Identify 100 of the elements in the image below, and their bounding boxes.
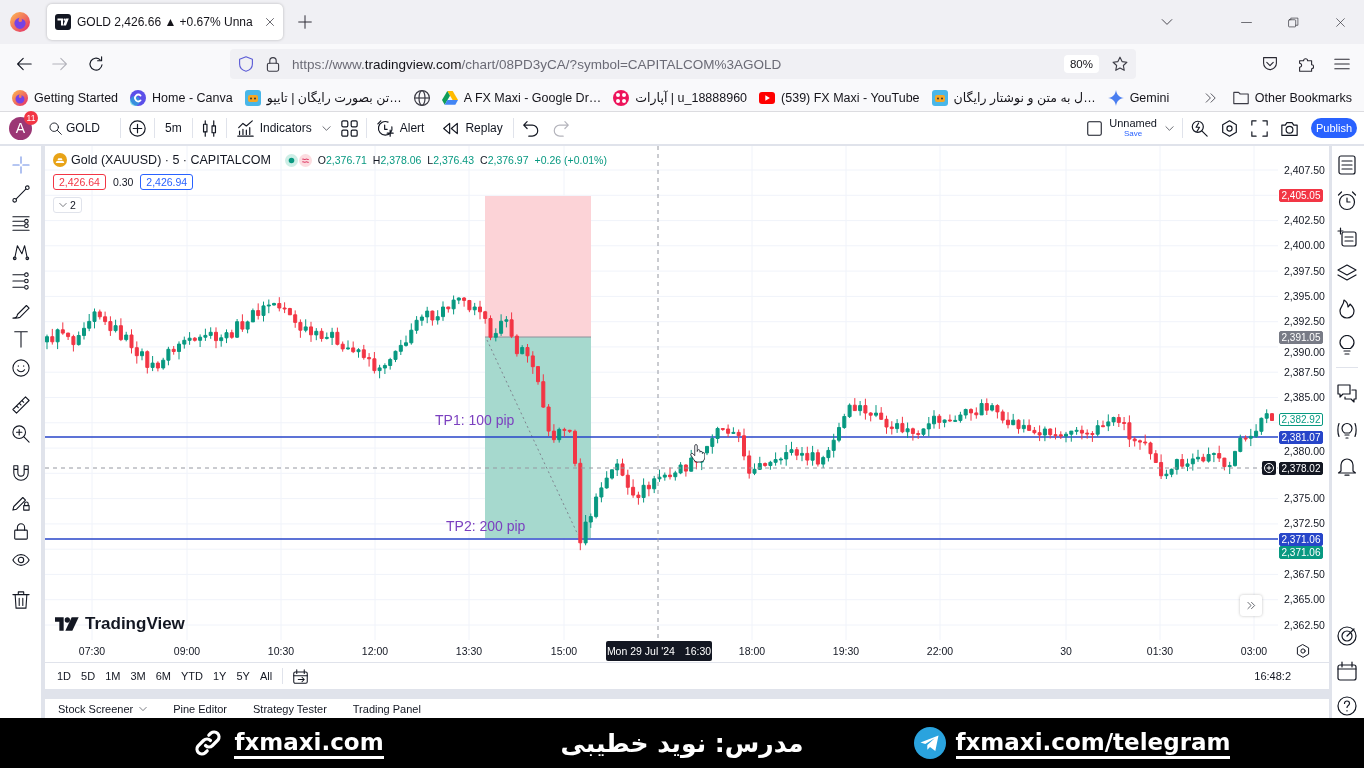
fullscreen-icon[interactable]: [1250, 119, 1268, 137]
buy-price-button[interactable]: 2,426.94: [140, 174, 194, 190]
replay-button[interactable]: Replay: [440, 119, 505, 137]
bookmark-folder[interactable]: Other Bookmarks: [1226, 89, 1358, 106]
address-field[interactable]: https://www.tradingview.com/chart/08PD3yCA/?symbol=CAPITALCOM%3AGOLD 80%: [230, 49, 1136, 79]
publish-button[interactable]: Publish: [1310, 118, 1357, 138]
time-label: 03:00: [1240, 644, 1268, 659]
range-button[interactable]: All: [259, 670, 273, 682]
range-button[interactable]: 5Y: [236, 670, 250, 682]
bookmark-link[interactable]: A FX Maxi - Google Dr…: [435, 89, 608, 106]
zoom-reset-button[interactable]: 80%: [1063, 55, 1099, 73]
interval-button[interactable]: 5m: [163, 121, 184, 135]
trend-line-icon[interactable]: [11, 185, 30, 203]
logo-mark-icon: [55, 616, 79, 632]
panel-tab[interactable]: Strategy Tester: [253, 702, 327, 715]
flame-icon[interactable]: [1336, 299, 1357, 319]
camera-icon[interactable]: [1280, 119, 1298, 137]
ohlc-value: C2,376.97: [480, 154, 529, 166]
play-button-icon: [759, 89, 776, 106]
sparkle-icon: [1107, 89, 1124, 106]
target-icon[interactable]: [1336, 626, 1357, 646]
globe-icon[interactable]: [413, 89, 430, 106]
collapse-button[interactable]: 2: [53, 197, 82, 213]
settings-icon[interactable]: [1296, 644, 1310, 658]
list-icon[interactable]: [1336, 155, 1357, 175]
plus-circle-icon[interactable]: [129, 119, 146, 137]
save-link[interactable]: Save: [1123, 130, 1143, 138]
grid-icon[interactable]: [340, 119, 358, 137]
horizontal-lines-icon[interactable]: [11, 214, 30, 232]
trash-icon[interactable]: [11, 591, 30, 609]
caret-icon[interactable]: [1164, 123, 1174, 133]
bookmark-link[interactable]: Getting Started: [6, 89, 125, 106]
plus-circle-icon[interactable]: [1262, 461, 1276, 475]
square-icon[interactable]: [1087, 120, 1103, 136]
bell-icon[interactable]: [1336, 456, 1357, 476]
range-button[interactable]: 1M: [105, 670, 121, 682]
panel-tab[interactable]: Trading Panel: [352, 702, 421, 715]
shield-icon[interactable]: [238, 56, 254, 72]
panel-tab[interactable]: Pine Editor: [173, 702, 227, 715]
layout-name[interactable]: Unnamed: [1109, 118, 1157, 129]
range-button[interactable]: 1Y: [212, 670, 227, 682]
range-button[interactable]: 5D: [81, 670, 96, 682]
shield-chevron-icon[interactable]: [1262, 56, 1278, 72]
star-icon[interactable]: [1112, 56, 1128, 72]
bookmark-link[interactable]: تن بصورت رایگان | تایپو…: [238, 89, 408, 106]
chevron-down-icon[interactable]: [1161, 16, 1173, 28]
ruler-icon[interactable]: [11, 396, 30, 414]
menu-icon[interactable]: [1334, 56, 1350, 72]
plus-icon[interactable]: [298, 15, 312, 29]
close-icon[interactable]: [265, 17, 275, 27]
indicators-button[interactable]: Indicators: [234, 119, 314, 137]
range-button[interactable]: YTD: [180, 670, 203, 682]
line-nodes-icon[interactable]: [11, 272, 30, 290]
bookmark-link[interactable]: ل به متن و نوشتار رایگان…: [925, 89, 1102, 106]
range-button[interactable]: 1D: [57, 670, 72, 682]
bookmark-link[interactable]: (539) FX Maxi - YouTube: [753, 89, 926, 106]
price-label: 2,402.50: [1284, 213, 1325, 227]
symbol-search-button[interactable]: GOLD: [47, 121, 102, 135]
sell-price-button[interactable]: 2,426.64: [53, 174, 106, 190]
lock-icon[interactable]: [11, 522, 30, 540]
list-plus-icon[interactable]: [1336, 227, 1357, 247]
round-logo-icon[interactable]: [10, 12, 30, 32]
restore-icon[interactable]: [1288, 16, 1299, 28]
settings-icon[interactable]: [1220, 119, 1238, 137]
magnet-icon[interactable]: [11, 464, 30, 482]
zigzag-pattern-icon[interactable]: [11, 243, 30, 261]
eye-icon[interactable]: [11, 551, 30, 569]
browser-tab[interactable]: GOLD 2,426.66 ▲ +0.67% Unna: [47, 4, 283, 40]
lightbulb-icon[interactable]: [1336, 335, 1357, 355]
alarm-clock-icon[interactable]: [1336, 191, 1357, 211]
smiley-icon[interactable]: [11, 359, 30, 377]
chat-bubbles-icon[interactable]: [1336, 384, 1357, 404]
layers-icon[interactable]: [1336, 263, 1357, 283]
wave-icon[interactable]: [298, 153, 312, 167]
bookmark-link[interactable]: آپارات | u_18888960: [607, 89, 754, 106]
bookmark-link[interactable]: Gemini: [1101, 89, 1176, 106]
hand-cursor-icon: [690, 444, 705, 463]
drawing-label: TP1: 100 pip: [435, 412, 515, 428]
puzzle-piece-icon[interactable]: [1298, 56, 1314, 72]
panel-tab[interactable]: Stock Screener: [58, 702, 148, 715]
lightbulb-waves-icon[interactable]: [1336, 420, 1357, 440]
alert-button[interactable]: Alert: [374, 119, 427, 137]
close-icon[interactable]: [1335, 16, 1346, 28]
lock-icon[interactable]: [265, 56, 281, 72]
text-tool-icon[interactable]: [11, 330, 30, 348]
candles-icon[interactable]: [200, 119, 218, 137]
calendar-arrow-icon[interactable]: [293, 668, 309, 684]
search-bolt-icon[interactable]: [1190, 119, 1208, 137]
symbol-title[interactable]: Gold (XAUUSD) · 5 · CAPITALCOM: [71, 153, 271, 167]
reload-icon[interactable]: [88, 56, 104, 72]
range-button[interactable]: 3M: [130, 670, 146, 682]
bookmark-link[interactable]: Home - Canva: [124, 89, 239, 106]
calendar-icon[interactable]: [1336, 661, 1357, 681]
undo-icon[interactable]: [521, 119, 539, 137]
double-chevron-icon[interactable]: [1204, 91, 1217, 104]
caret-icon[interactable]: [321, 123, 331, 133]
zoom-in-icon[interactable]: [11, 425, 30, 443]
back-arrow-icon[interactable]: [16, 56, 32, 72]
help-icon[interactable]: [1336, 696, 1357, 716]
range-button[interactable]: 6M: [155, 670, 171, 682]
